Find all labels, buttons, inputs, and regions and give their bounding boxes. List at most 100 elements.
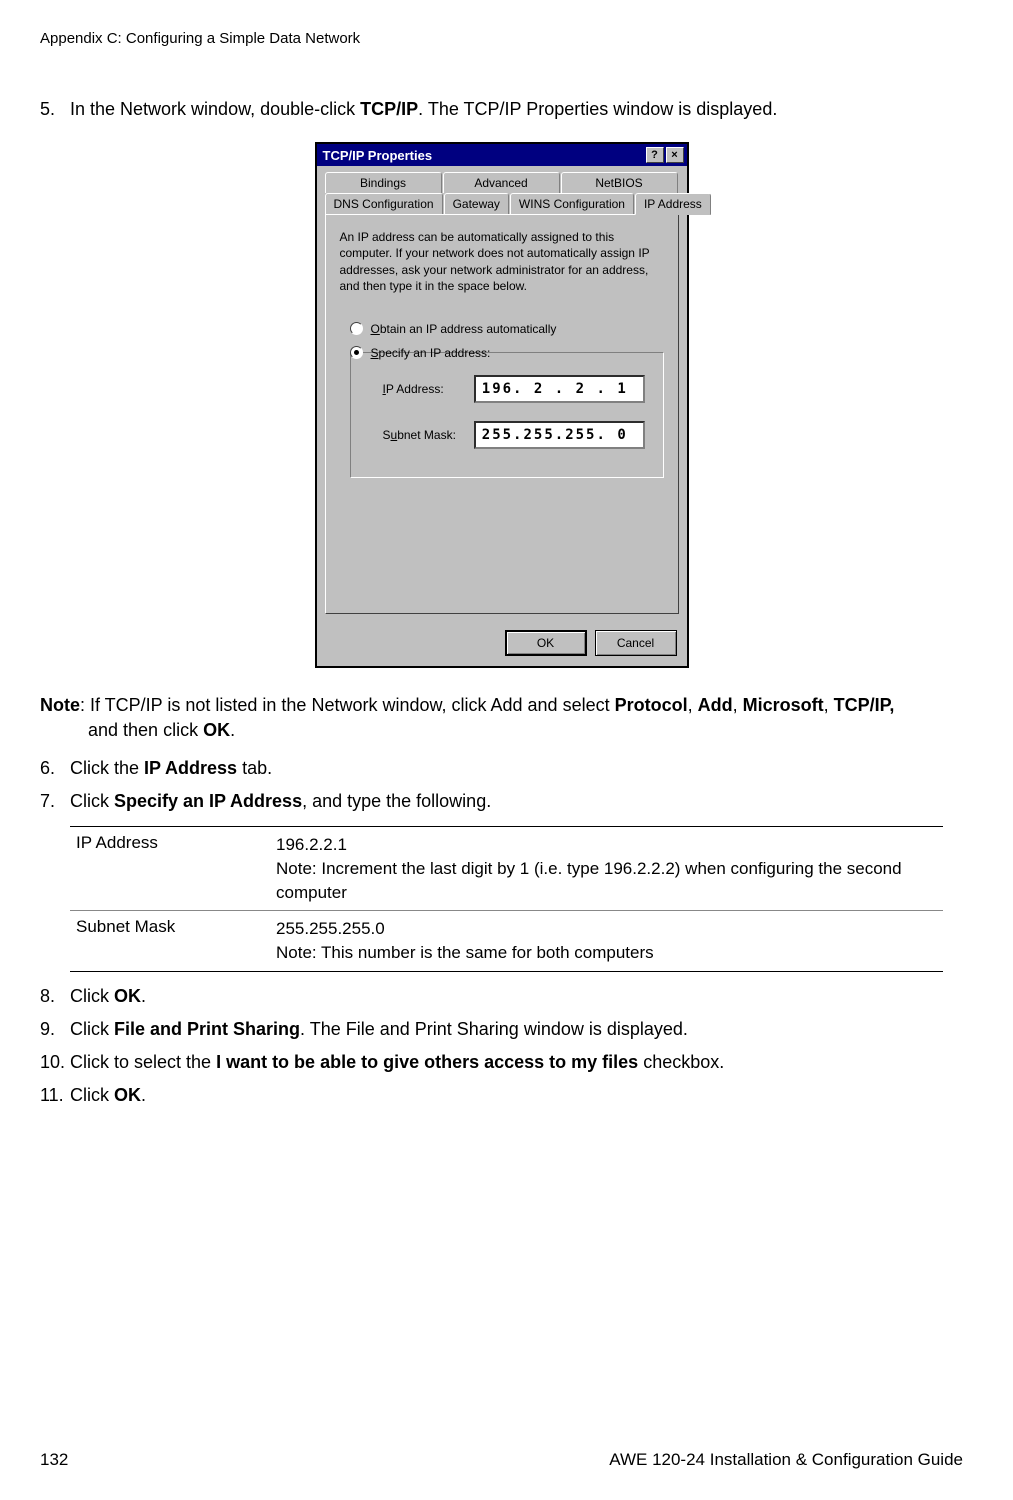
step-text: Click File and Print Sharing. The File a… <box>70 1017 963 1042</box>
document-title: AWE 120-24 Installation & Configuration … <box>609 1450 963 1470</box>
step-5: 5. In the Network window, double-click T… <box>40 97 963 122</box>
text: . <box>230 720 235 740</box>
ip-address-input[interactable]: 196. 2 . 2 . 1 <box>474 375 645 403</box>
table-row: Subnet Mask 255.255.255.0Note: This numb… <box>70 911 943 971</box>
ip-address-label: IP Address: <box>383 382 474 396</box>
dialog-figure: TCP/IP Properties ? × Bindings Advanced … <box>40 142 963 668</box>
step-10: 10. Click to select the I want to be abl… <box>40 1050 963 1075</box>
step-number: 6. <box>40 756 70 781</box>
bold: Protocol <box>615 695 688 715</box>
ip-address-row: IP Address: 196. 2 . 2 . 1 <box>383 375 645 403</box>
text: In the Network window, double-click <box>70 99 360 119</box>
tab-gateway[interactable]: Gateway <box>444 193 509 214</box>
radio-dot-icon <box>354 350 359 355</box>
bold: TCP/IP, <box>834 695 895 715</box>
step-number: 10. <box>40 1050 70 1075</box>
ip-fieldset: IP Address: 196. 2 . 2 . 1 Subnet Mask: … <box>350 352 664 478</box>
step-6: 6. Click the IP Address tab. <box>40 756 963 781</box>
ip-settings-table: IP Address 196.2.2.1Note: Increment the … <box>70 826 943 972</box>
note-label: Note <box>40 695 80 715</box>
note-body: Note: If TCP/IP is not listed in the Net… <box>40 693 894 743</box>
step-number: 9. <box>40 1017 70 1042</box>
text: : If TCP/IP is not listed in the Network… <box>80 695 615 715</box>
text: Click <box>70 1085 114 1105</box>
bold: File and Print Sharing <box>114 1019 300 1039</box>
info-text: An IP address can be automatically assig… <box>340 229 664 294</box>
tab-row-2: DNS Configuration Gateway WINS Configura… <box>325 193 679 214</box>
dialog-buttons: OK Cancel <box>317 622 687 666</box>
page-number: 132 <box>40 1450 68 1470</box>
tab-advanced[interactable]: Advanced <box>443 172 560 193</box>
subnet-mask-row: Subnet Mask: 255.255.255. 0 <box>383 421 645 449</box>
bold: OK <box>114 1085 141 1105</box>
bold: IP Address <box>144 758 237 778</box>
step-text: Click OK. <box>70 1083 963 1108</box>
text: , <box>688 695 698 715</box>
table-key: IP Address <box>76 833 276 904</box>
text: . The TCP/IP Properties window is displa… <box>418 99 777 119</box>
note-cont: and then click OK. <box>40 718 235 743</box>
step-7: 7. Click Specify an IP Address, and type… <box>40 789 963 814</box>
radio-icon <box>350 346 363 359</box>
text: , <box>733 695 743 715</box>
page-footer: 132 AWE 120-24 Installation & Configurat… <box>40 1450 963 1470</box>
radio-obtain[interactable]: Obtain an IP address automatically <box>350 322 664 336</box>
radio-label: Specify an IP address: <box>371 346 491 360</box>
tcpip-properties-dialog: TCP/IP Properties ? × Bindings Advanced … <box>315 142 689 668</box>
close-button[interactable]: × <box>666 147 684 163</box>
bold: OK <box>114 986 141 1006</box>
step-8: 8. Click OK. <box>40 984 963 1009</box>
step-9: 9. Click File and Print Sharing. The Fil… <box>40 1017 963 1042</box>
table-row: IP Address 196.2.2.1Note: Increment the … <box>70 827 943 911</box>
note-block: Note: If TCP/IP is not listed in the Net… <box>40 693 963 743</box>
step-number: 7. <box>40 789 70 814</box>
dialog-titlebar: TCP/IP Properties ? × <box>317 144 687 166</box>
step-11: 11. Click OK. <box>40 1083 963 1108</box>
tab-dns[interactable]: DNS Configuration <box>325 193 443 214</box>
table-value: 196.2.2.1Note: Increment the last digit … <box>276 833 937 904</box>
page-header: Appendix C: Configuring a Simple Data Ne… <box>40 30 963 47</box>
tab-row-1: Bindings Advanced NetBIOS <box>325 172 679 193</box>
radio-group: Obtain an IP address automatically Speci… <box>350 322 664 478</box>
subnet-mask-input[interactable]: 255.255.255. 0 <box>474 421 645 449</box>
bold: Add <box>698 695 733 715</box>
tab-wins[interactable]: WINS Configuration <box>510 193 634 214</box>
tab-bindings[interactable]: Bindings <box>325 172 442 193</box>
step-text: In the Network window, double-click TCP/… <box>70 97 963 122</box>
step-text: Click to select the I want to be able to… <box>70 1050 963 1075</box>
table-value: 255.255.255.0Note: This number is the sa… <box>276 917 937 965</box>
text: Click <box>70 791 114 811</box>
text: . <box>141 1085 146 1105</box>
tab-content: An IP address can be automatically assig… <box>325 214 679 614</box>
bold: I want to be able to give others access … <box>216 1052 638 1072</box>
text: checkbox. <box>638 1052 724 1072</box>
step-text: Click the IP Address tab. <box>70 756 963 781</box>
radio-label: Obtain an IP address automatically <box>371 322 557 336</box>
tab-ipaddress[interactable]: IP Address <box>635 193 711 215</box>
help-button[interactable]: ? <box>646 147 664 163</box>
text: . The File and Print Sharing window is d… <box>300 1019 688 1039</box>
dialog-title: TCP/IP Properties <box>323 148 644 163</box>
step-number: 8. <box>40 984 70 1009</box>
text: Click <box>70 986 114 1006</box>
text: Click the <box>70 758 144 778</box>
step-number: 5. <box>40 97 70 122</box>
table-key: Subnet Mask <box>76 917 276 965</box>
cancel-button[interactable]: Cancel <box>595 630 677 656</box>
bold-tcpip: TCP/IP <box>360 99 418 119</box>
bold: Specify an IP Address <box>114 791 302 811</box>
step-text: Click Specify an IP Address, and type th… <box>70 789 963 814</box>
radio-icon <box>350 322 363 335</box>
ok-button[interactable]: OK <box>505 630 587 656</box>
text: and then click <box>88 720 203 740</box>
tabs-area: Bindings Advanced NetBIOS DNS Configurat… <box>317 166 687 622</box>
step-number: 11. <box>40 1083 70 1108</box>
tab-netbios[interactable]: NetBIOS <box>561 172 678 193</box>
text: tab. <box>237 758 272 778</box>
text: , <box>824 695 834 715</box>
bold: Microsoft <box>743 695 824 715</box>
text: Click to select the <box>70 1052 216 1072</box>
text: , and type the following. <box>302 791 491 811</box>
bold: OK <box>203 720 230 740</box>
step-text: Click OK. <box>70 984 963 1009</box>
